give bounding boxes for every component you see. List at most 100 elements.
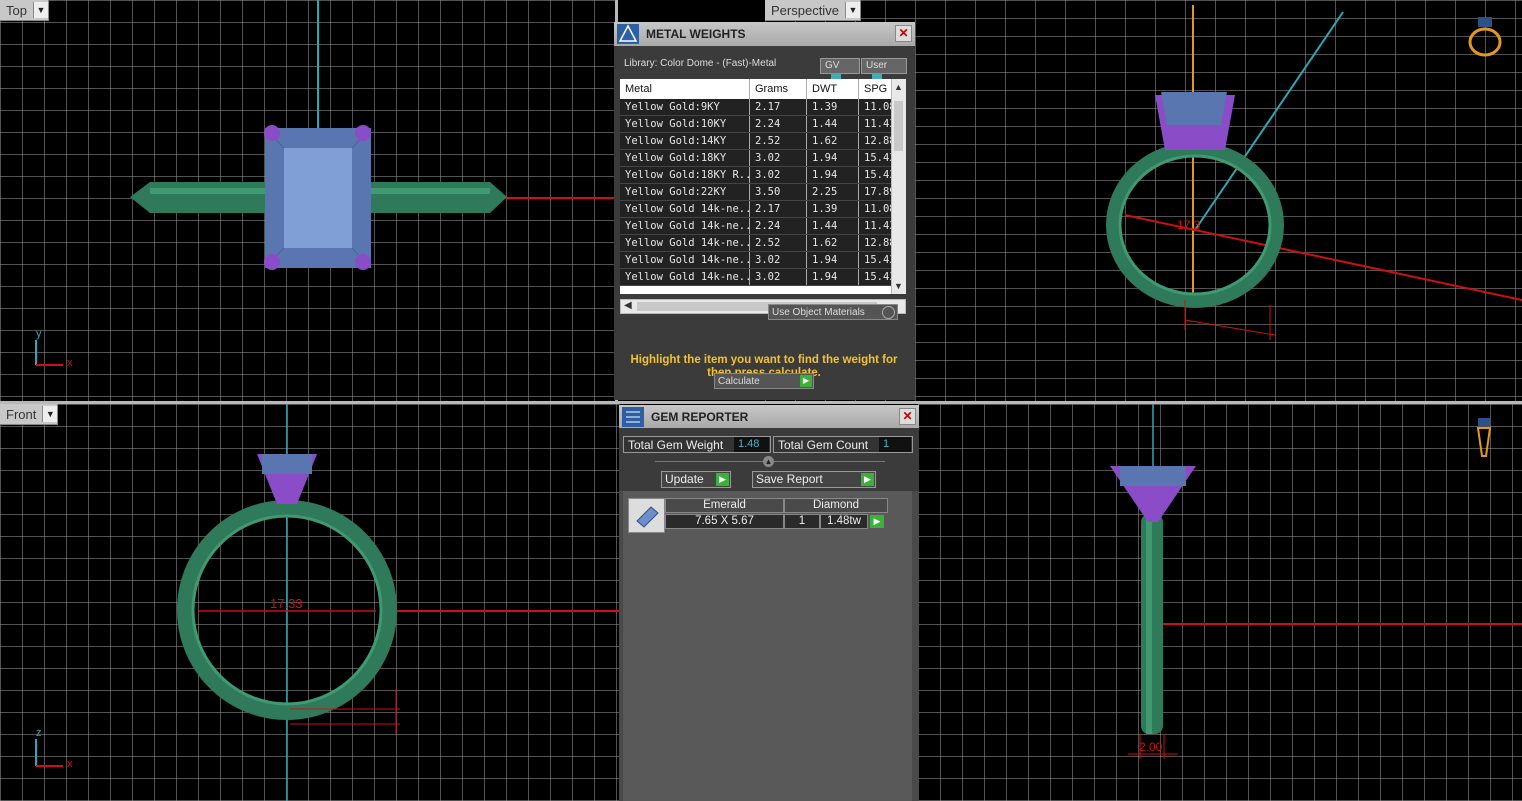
chevron-down-icon[interactable]: ▼ xyxy=(844,2,860,18)
grams-cell: 2.17 xyxy=(750,99,807,115)
dwt-cell: 1.94 xyxy=(807,252,859,268)
user-label: User xyxy=(866,60,888,71)
viewport-right[interactable]: 2.00 xyxy=(918,404,1522,801)
gv-label: GV xyxy=(825,60,840,71)
save-report-button[interactable]: Save Report ▶ xyxy=(752,471,876,488)
metal-name-cell: Yellow Gold 14k-ne... xyxy=(620,218,750,234)
save-report-label: Save Report xyxy=(756,472,823,486)
axis-z-label: z xyxy=(36,727,42,739)
close-icon[interactable]: ✕ xyxy=(899,408,916,425)
axis-x-label: x xyxy=(67,758,73,770)
panel-title: GEM REPORTER xyxy=(651,409,749,424)
scroll-left-icon[interactable]: ◀ xyxy=(624,300,632,311)
axis-y-label: y xyxy=(36,328,42,340)
update-button[interactable]: Update ▶ xyxy=(661,471,731,488)
table-row[interactable]: Yellow Gold:9KY 2.17 1.39 11.08 xyxy=(620,99,906,116)
total-gem-count-label: Total Gem Count xyxy=(778,438,869,452)
metal-weights-titlebar[interactable]: METAL WEIGHTS ✕ xyxy=(614,22,915,46)
play-icon: ▶ xyxy=(716,473,729,486)
column-header-grams[interactable]: Grams xyxy=(750,79,807,99)
grams-cell: 2.17 xyxy=(750,201,807,217)
vertical-scrollbar[interactable]: ▲ ▼ xyxy=(891,79,906,294)
collapse-icon[interactable]: ▲ xyxy=(763,456,774,467)
calculate-button[interactable]: Calculate ▶ xyxy=(714,373,814,389)
scroll-thumb[interactable] xyxy=(894,101,903,151)
gem-shape-header: Emerald xyxy=(665,498,784,513)
chevron-down-icon[interactable]: ▼ xyxy=(32,2,48,18)
metal-table-body: Yellow Gold:9KY 2.17 1.39 11.08 Yellow Gold:… xyxy=(620,99,906,286)
dwt-cell: 1.39 xyxy=(807,99,859,115)
table-row[interactable]: Yellow Gold 14k-ne... 3.02 1.94 15.43 xyxy=(620,269,906,286)
gem-material-header: Diamond xyxy=(784,498,888,513)
grams-cell: 3.02 xyxy=(750,150,807,166)
column-header-metal[interactable]: Metal xyxy=(620,79,750,99)
grams-cell: 3.50 xyxy=(750,184,807,200)
gem-reporter-panel: GEM REPORTER ✕ Total Gem Weight 1.48 Tot… xyxy=(619,405,919,801)
table-row[interactable]: Yellow Gold:18KY R... 3.02 1.94 15.43 xyxy=(620,167,906,184)
library-label: Library: Color Dome - (Fast)-Metal xyxy=(624,58,777,69)
dwt-cell: 1.44 xyxy=(807,116,859,132)
viewport-name: Front xyxy=(6,406,37,422)
close-icon[interactable]: ✕ xyxy=(895,25,912,42)
use-object-materials-button[interactable]: Use Object Materials xyxy=(768,304,898,320)
grams-cell: 3.02 xyxy=(750,269,807,285)
play-icon: ▶ xyxy=(861,473,874,486)
column-header-dwt[interactable]: DWT xyxy=(807,79,859,99)
viewport-perspective-label[interactable]: Perspective ▼ xyxy=(765,0,861,21)
metal-name-cell: Yellow Gold:14KY xyxy=(620,133,750,149)
gem-reporter-titlebar[interactable]: GEM REPORTER ✕ xyxy=(619,405,919,428)
viewport-front[interactable]: Front ▼ 17.33 z x xyxy=(0,404,620,801)
right-view-scene xyxy=(1110,404,1522,759)
table-row[interactable]: Yellow Gold 14k-ne... 3.02 1.94 15.43 xyxy=(620,252,906,269)
grams-cell: 2.52 xyxy=(750,235,807,251)
table-row[interactable]: Yellow Gold:22KY 3.50 2.25 17.89 xyxy=(620,184,906,201)
chevron-down-icon[interactable]: ▼ xyxy=(42,406,58,422)
grams-cell: 3.02 xyxy=(750,252,807,268)
grams-cell: 2.24 xyxy=(750,116,807,132)
viewport-top-label[interactable]: Top ▼ xyxy=(0,0,49,21)
viewport-front-label[interactable]: Front ▼ xyxy=(0,404,59,425)
grams-cell: 2.24 xyxy=(750,218,807,234)
metal-name-cell: Yellow Gold:18KY xyxy=(620,150,750,166)
metal-name-cell: Yellow Gold 14k-ne... xyxy=(620,252,750,268)
gv-toggle[interactable]: GV xyxy=(820,58,860,86)
use-object-materials-label: Use Object Materials xyxy=(772,307,865,318)
metal-name-cell: Yellow Gold 14k-ne... xyxy=(620,201,750,217)
front-view-scene xyxy=(35,404,620,801)
dwt-cell: 1.39 xyxy=(807,201,859,217)
update-label: Update xyxy=(665,472,704,486)
scroll-down-icon[interactable]: ▼ xyxy=(894,281,903,291)
metal-table-header: Metal Grams DWT SPG xyxy=(620,79,906,99)
panel-title: METAL WEIGHTS xyxy=(646,27,746,41)
dwt-cell: 2.25 xyxy=(807,184,859,200)
metal-name-cell: Yellow Gold:9KY xyxy=(620,99,750,115)
ring-nav-icon[interactable] xyxy=(1465,14,1505,58)
table-row[interactable]: Yellow Gold:14KY 2.52 1.62 12.88 xyxy=(620,133,906,150)
gem-qty-cell: 1 xyxy=(784,514,820,529)
gem-thumbnail-icon[interactable] xyxy=(628,498,665,533)
table-row[interactable]: Yellow Gold 14k-ne... 2.17 1.39 11.08 xyxy=(620,201,906,218)
scroll-up-icon[interactable]: ▲ xyxy=(894,82,903,92)
viewport-divider-horizontal[interactable] xyxy=(0,401,1522,404)
dwt-cell: 1.94 xyxy=(807,167,859,183)
table-row[interactable]: Yellow Gold 14k-ne... 2.24 1.44 11.43 xyxy=(620,218,906,235)
total-gem-count-value: 1 xyxy=(879,437,911,452)
metal-weights-icon xyxy=(617,24,639,44)
total-gem-weight-label: Total Gem Weight xyxy=(628,438,724,452)
metal-name-cell: Yellow Gold 14k-ne... xyxy=(620,269,750,285)
table-row[interactable]: Yellow Gold 14k-ne... 2.52 1.62 12.88 xyxy=(620,235,906,252)
play-icon[interactable]: ▶ xyxy=(870,515,884,528)
front-dimension: 17.33 xyxy=(270,596,303,611)
table-row[interactable]: Yellow Gold:18KY 3.02 1.94 15.43 xyxy=(620,150,906,167)
grams-cell: 3.02 xyxy=(750,167,807,183)
user-toggle[interactable]: User xyxy=(861,58,907,86)
top-view-scene xyxy=(35,0,615,366)
axis-x-label: x xyxy=(67,357,73,369)
metal-table[interactable]: Metal Grams DWT SPG Yellow Gold:9KY 2.17 1… xyxy=(620,79,906,294)
pendant-nav-icon[interactable] xyxy=(1474,416,1494,466)
dwt-cell: 1.94 xyxy=(807,269,859,285)
gem-list[interactable] xyxy=(623,491,912,801)
viewport-top[interactable]: Top ▼ y x xyxy=(0,0,615,401)
table-row[interactable]: Yellow Gold:10KY 2.24 1.44 11.43 xyxy=(620,116,906,133)
viewport-name: Perspective xyxy=(771,2,839,18)
